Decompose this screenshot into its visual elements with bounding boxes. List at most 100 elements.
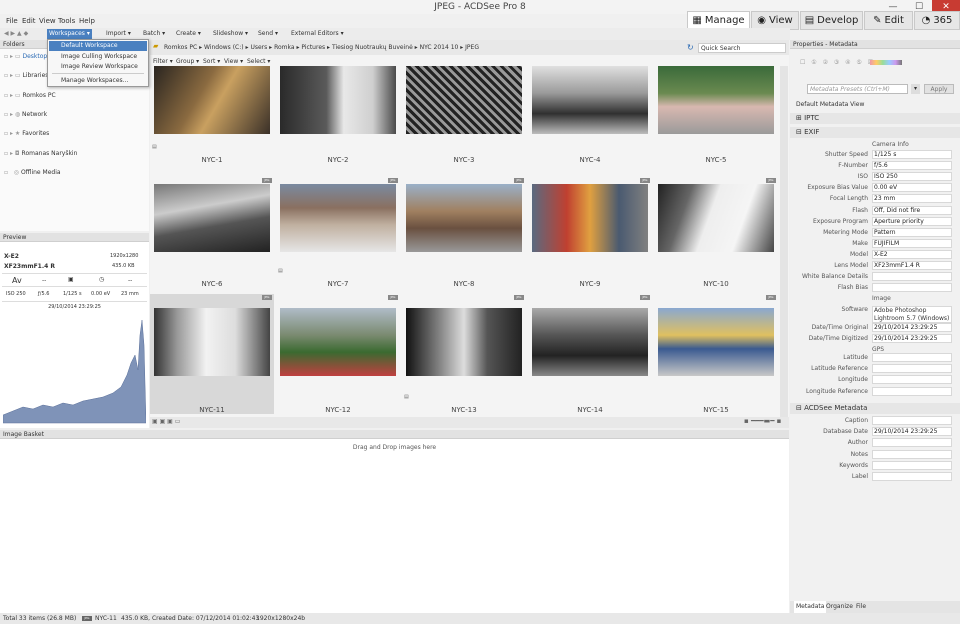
tab-develop[interactable]: ▤ Develop: [800, 11, 863, 30]
thumbnail[interactable]: JPG NYC-6: [150, 178, 274, 300]
folder-item-user[interactable]: ▫ ▸ ◘ Romanas Naryškin: [4, 149, 77, 159]
tab-metadata[interactable]: Metadata: [794, 601, 827, 613]
apply-button[interactable]: Apply: [924, 84, 954, 94]
tab-365[interactable]: ◔ 365: [914, 11, 960, 30]
crumb-nyc[interactable]: NYC 2014 10: [420, 44, 459, 51]
thumbnail[interactable]: JPG ▤ NYC-13: [402, 294, 526, 414]
thumbnail[interactable]: JPG NYC-9: [528, 178, 652, 300]
thumbnail[interactable]: NYC-5: [654, 66, 778, 186]
datetime-original-value[interactable]: 29/10/2014 23:29:25: [872, 323, 952, 332]
import-button[interactable]: Import ▾: [104, 29, 133, 39]
field-label: Longitude: [838, 376, 868, 384]
menu-view[interactable]: View: [39, 17, 56, 25]
external-editors-button[interactable]: External Editors ▾: [289, 29, 346, 39]
chevron-down-icon[interactable]: ▾: [911, 84, 920, 94]
thumbnail[interactable]: NYC-4: [528, 66, 652, 186]
vertical-scrollbar[interactable]: [780, 66, 788, 417]
field-value[interactable]: [872, 416, 952, 425]
zoom-slider[interactable]: ▪ ━━━▬━ ▪: [744, 417, 781, 425]
folder-item-network[interactable]: ▫ ▸ ◍ Network: [4, 110, 47, 120]
rating-toolbar[interactable]: ☐ ① ② ③ ④ ⑤ ☒: [800, 59, 875, 66]
folder-item-offline-media[interactable]: ▫ ◎ Offline Media: [4, 168, 61, 178]
select-button[interactable]: Select ▾: [247, 58, 270, 65]
field-value[interactable]: [872, 364, 952, 374]
folder-item-romkos-pc[interactable]: ▫ ▸ ▭ Romkos PC: [4, 91, 56, 101]
field-value[interactable]: 23 mm: [872, 194, 952, 204]
batch-button[interactable]: Batch ▾: [141, 29, 167, 39]
tab-file[interactable]: File: [856, 601, 866, 613]
field-value[interactable]: [872, 460, 952, 470]
menu-item-default-workspace[interactable]: Default Workspace: [49, 41, 147, 51]
menu-tools[interactable]: Tools: [58, 17, 75, 25]
software-value[interactable]: Adobe Photoshop Lightroom 5.7 (Windows): [872, 306, 952, 323]
create-button[interactable]: Create ▾: [174, 29, 203, 39]
group-button[interactable]: Group ▾: [176, 58, 199, 65]
field-value[interactable]: [872, 449, 952, 459]
workspaces-button[interactable]: Workspaces ▾: [47, 29, 92, 39]
crumb-romkos-pc[interactable]: Romkos PC: [164, 44, 197, 51]
menu-item-review-workspace[interactable]: Image Review Workspace: [49, 62, 147, 72]
send-button[interactable]: Send ▾: [256, 29, 280, 39]
field-value[interactable]: X-E2: [872, 249, 952, 259]
nav-buttons-icon[interactable]: ◀ ▶ ▲ ◆: [2, 29, 30, 39]
field-value[interactable]: Aperture priority: [872, 216, 952, 226]
crumb-romka[interactable]: Romka: [274, 44, 294, 51]
thumbnail[interactable]: JPG NYC-10: [654, 178, 778, 300]
view-button[interactable]: View ▾: [224, 58, 243, 65]
quick-search-input[interactable]: Quick Search: [698, 43, 786, 53]
thumbnail[interactable]: JPG NYC-14: [528, 294, 652, 414]
thumbnail[interactable]: JPG NYC-12: [276, 294, 400, 414]
field-value[interactable]: [872, 438, 952, 448]
metadata-presets-select[interactable]: Metadata Presets (Ctrl+M): [807, 84, 908, 94]
menu-file[interactable]: File: [6, 17, 18, 25]
refresh-icon[interactable]: ↻: [687, 43, 694, 52]
folder-item-libraries[interactable]: ▫ ▸ ▭ Libraries: [4, 71, 48, 81]
thumbnail-label: NYC-9: [579, 280, 601, 288]
slideshow-button[interactable]: Slideshow ▾: [211, 29, 250, 39]
field-value[interactable]: [872, 472, 952, 481]
sort-button[interactable]: Sort ▾: [203, 58, 220, 65]
field-value[interactable]: 1/125 s: [872, 150, 952, 159]
acdsee-metadata-section[interactable]: ⊟ ACDSee Metadata: [790, 403, 960, 414]
field-value[interactable]: Off, Did not fire: [872, 205, 952, 215]
crumb-users[interactable]: Users: [250, 44, 267, 51]
view-mode-icon[interactable]: ▣ ▣ ▣ ▭: [152, 418, 180, 425]
crumb-pictures[interactable]: Pictures: [301, 44, 325, 51]
field-value[interactable]: [872, 283, 952, 293]
thumbnail[interactable]: NYC-3: [402, 66, 526, 186]
field-value[interactable]: [872, 375, 952, 385]
crumb-jpeg[interactable]: JPEG: [465, 44, 479, 51]
datetime-digitized-value[interactable]: 29/10/2014 23:29:25: [872, 334, 952, 343]
filter-button[interactable]: Filter ▾: [153, 58, 173, 65]
field-value[interactable]: [872, 272, 952, 282]
metadata-view-select[interactable]: Default Metadata View: [796, 101, 864, 108]
thumbnail-selected[interactable]: JPG NYC-11: [150, 294, 274, 414]
exif-section[interactable]: ⊟ EXIF: [790, 127, 960, 138]
field-value[interactable]: 29/10/2014 23:29:25: [872, 427, 952, 437]
field-value[interactable]: ISO 250: [872, 172, 952, 182]
tab-edit[interactable]: ✎ Edit: [864, 11, 913, 30]
crumb-buveine[interactable]: Tiesiog Nuotraukų Buveinė: [332, 44, 413, 51]
menu-edit[interactable]: Edit: [22, 17, 36, 25]
tab-organize[interactable]: Organize: [826, 601, 853, 613]
crumb-windows[interactable]: Windows (C:): [204, 44, 244, 51]
iptc-section[interactable]: ⊞ IPTC: [790, 113, 960, 124]
thumbnail[interactable]: JPG ▤ NYC-7: [276, 178, 400, 300]
thumbnail[interactable]: ▤ NYC-1: [150, 66, 274, 186]
field-value[interactable]: FUJIFILM: [872, 238, 952, 248]
field-value[interactable]: Pattern: [872, 227, 952, 237]
thumbnail[interactable]: JPG NYC-8: [402, 178, 526, 300]
field-value[interactable]: XF23mmF1.4 R: [872, 261, 952, 270]
menu-item-culling-workspace[interactable]: Image Culling Workspace: [49, 52, 147, 62]
menu-help[interactable]: Help: [79, 17, 95, 25]
field-value[interactable]: f/5.6: [872, 161, 952, 171]
thumbnail[interactable]: JPG NYC-15: [654, 294, 778, 414]
menu-item-manage-workspaces[interactable]: Manage Workspaces...: [49, 76, 147, 86]
field-value[interactable]: 0.00 eV: [872, 183, 952, 193]
color-labels[interactable]: [870, 60, 902, 65]
thumbnail[interactable]: NYC-2: [276, 66, 400, 186]
field-value[interactable]: [872, 386, 952, 396]
folder-item-desktop[interactable]: ▫ ▸ ▭ Desktop: [4, 52, 47, 62]
field-value[interactable]: [872, 353, 952, 362]
folder-item-favorites[interactable]: ▫ ▸ ★ Favorites: [4, 129, 49, 139]
